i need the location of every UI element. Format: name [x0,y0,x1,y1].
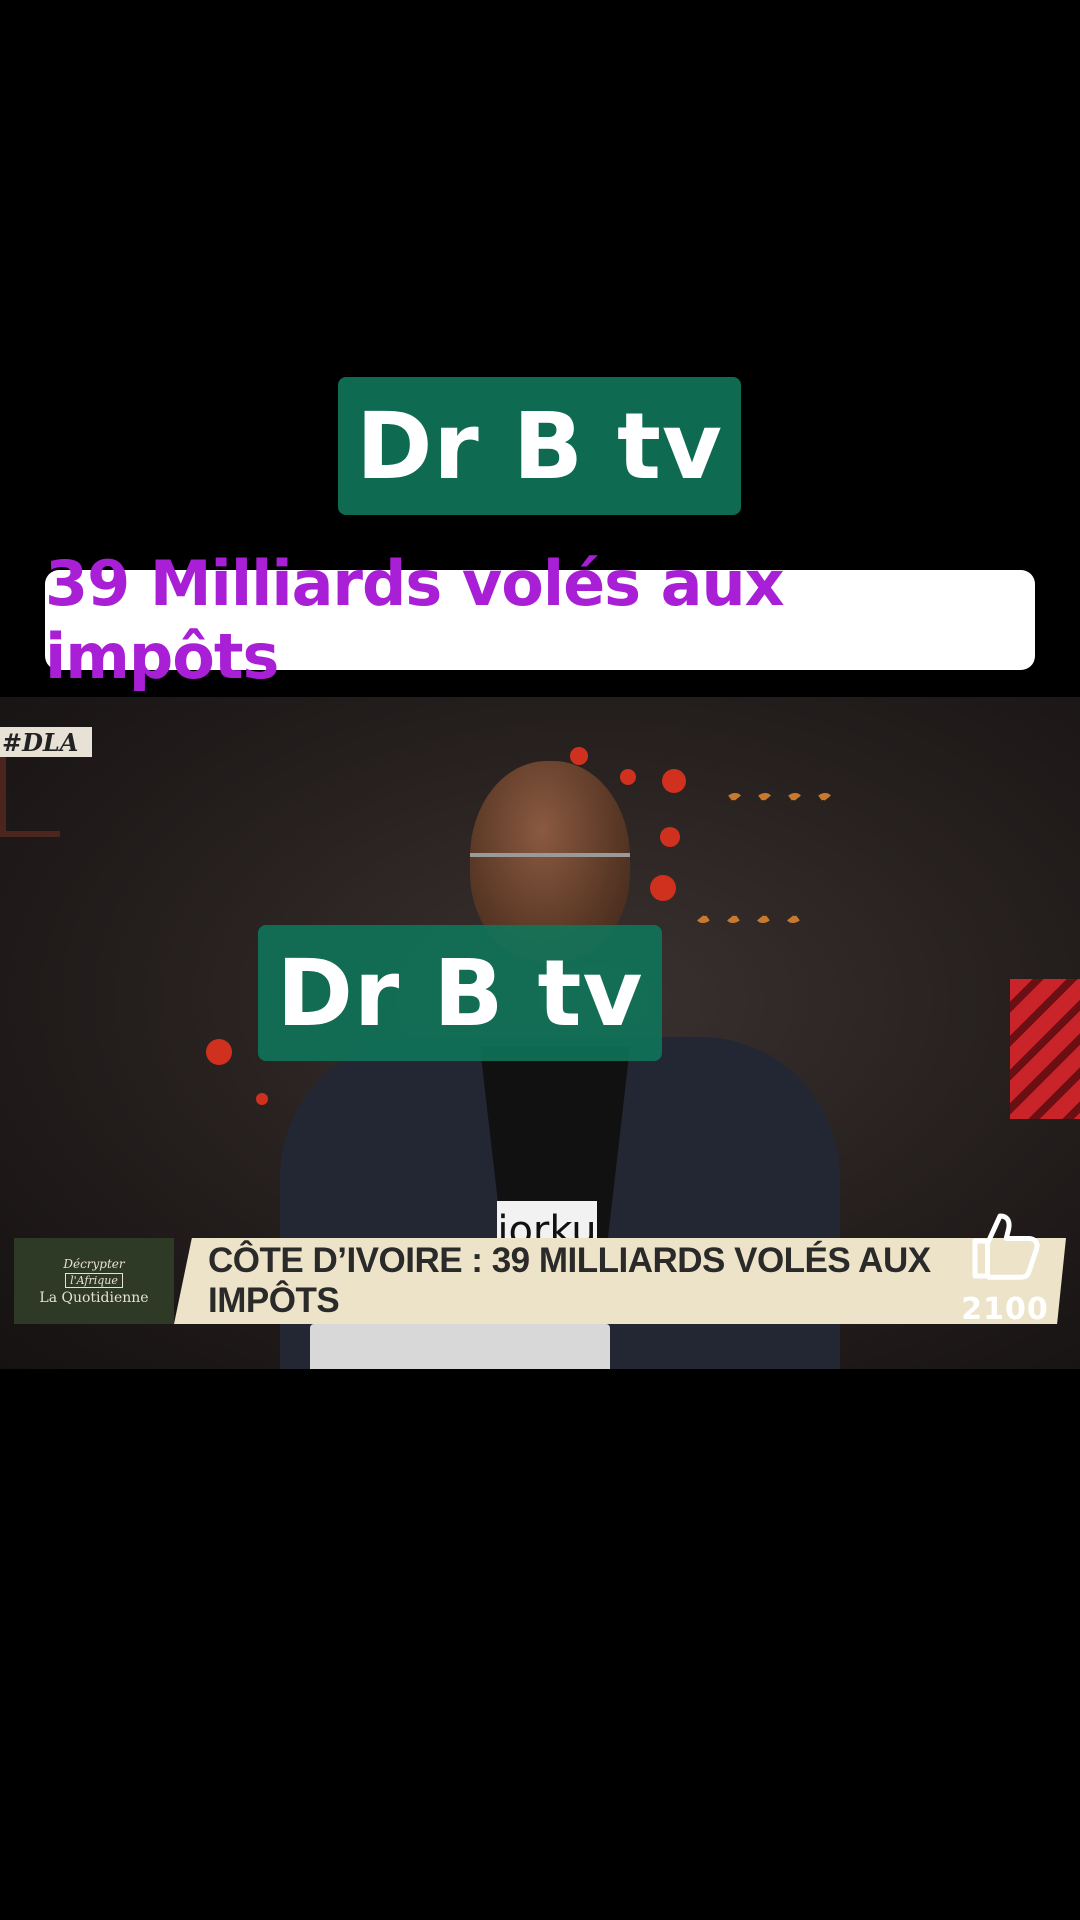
show-logo: Décrypter l'Afrique La Quotidienne [14,1238,174,1324]
laptop [310,1324,610,1369]
lower-third: Décrypter l'Afrique La Quotidienne CÔTE … [14,1238,1066,1324]
lower-third-title: CÔTE D’IVOIRE : 39 MILLIARDS VOLÉS AUX I… [208,1241,931,1320]
headline-text: 39 Milliards volés aux impôts [45,547,785,693]
presenter-glasses [470,853,630,887]
headline-box: 39 Milliards volés aux impôts [45,547,1035,693]
thumbs-up-icon[interactable] [965,1206,1045,1286]
like-button[interactable]: 2100 [950,1206,1060,1332]
show-logo-line1: Décrypter [63,1256,125,1271]
channel-badge-watermark: Dr B tv [258,925,662,1061]
channel-badge-top: Dr B tv [338,377,741,515]
background-dot [256,1093,268,1105]
show-logo-line3: La Quotidienne [39,1289,149,1306]
lower-third-bar: CÔTE D’IVOIRE : 39 MILLIARDS VOLÉS AUX I… [174,1238,1066,1324]
like-count: 2100 [961,1292,1049,1327]
channel-badge-top-label: Dr B tv [356,392,723,500]
background-pattern [1010,979,1080,1119]
show-hashtag: #DLA [0,727,92,757]
background-dot [206,1039,232,1065]
show-logo-line2: l'Afrique [65,1272,123,1288]
channel-badge-watermark-label: Dr B tv [276,939,644,1047]
